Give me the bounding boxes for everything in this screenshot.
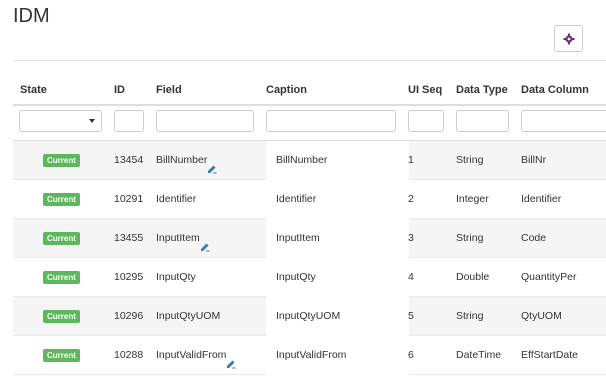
state-cell: Current (43, 258, 80, 297)
data-column-link[interactable]: EffStartDate (521, 336, 578, 375)
field-cell[interactable]: Identifier (156, 180, 196, 219)
data-type-cell: Integer (456, 193, 489, 205)
data-column-link[interactable]: BillNr (521, 141, 546, 180)
status-badge: Current (43, 348, 80, 362)
edit-icon[interactable] (207, 152, 217, 174)
ui-seq-cell: 1 (408, 154, 414, 166)
status-badge: Current (43, 309, 80, 323)
field-link[interactable]: BillNumber (156, 154, 207, 166)
field-cell[interactable]: InputQty (156, 258, 196, 297)
page-title: IDM (13, 5, 50, 27)
data-type-cell: String (456, 154, 484, 166)
state-cell: Current (43, 141, 80, 180)
field-link[interactable]: Identifier (156, 193, 196, 205)
id-cell: 10288 (114, 349, 144, 361)
ui-seq-cell: 5 (408, 310, 414, 322)
table-row[interactable]: Current 13455 InputItem InputItem 3 String Cod… (13, 219, 606, 258)
state-cell: Current (43, 180, 80, 219)
id-cell: 10291 (114, 193, 144, 205)
status-badge: Current (43, 153, 80, 167)
table-row[interactable]: Current 13454 BillNumber BillNumber 1 String B… (13, 141, 606, 180)
field-cell[interactable]: InputValidFrom (156, 336, 236, 375)
data-type-cell: Double (456, 271, 490, 283)
table-row[interactable]: Current 10288 InputValidFrom InputValidFrom… (13, 336, 606, 375)
header-divider (13, 104, 606, 106)
data-column-filter-input[interactable] (521, 110, 606, 132)
caption-cell: InputItem (276, 232, 320, 244)
state-cell: Current (43, 336, 80, 375)
ui-seq-cell: 6 (408, 349, 414, 361)
header-id[interactable]: ID (114, 75, 125, 105)
data-column-link[interactable]: Identifier (521, 180, 561, 219)
field-cell[interactable]: InputItem (156, 219, 210, 258)
status-badge: Current (43, 231, 80, 245)
caption-cell: InputValidFrom (276, 349, 347, 361)
status-badge: Current (43, 192, 80, 206)
settings-button[interactable] (554, 25, 583, 52)
state-cell: Current (43, 297, 80, 336)
chevron-down-icon (89, 119, 95, 123)
id-cell: 13455 (114, 232, 144, 244)
header-field[interactable]: Field (156, 75, 182, 105)
field-link[interactable]: InputValidFrom (156, 349, 226, 361)
id-cell: 13454 (114, 154, 144, 166)
ui-seq-filter-input[interactable] (408, 110, 444, 132)
data-type-cell: String (456, 310, 484, 322)
table-row[interactable]: Current 10295 InputQty InputQty 4 Double Quant… (13, 258, 606, 297)
id-cell: 10296 (114, 310, 144, 322)
ui-seq-cell: 3 (408, 232, 414, 244)
caption-cell: InputQtyUOM (276, 310, 341, 322)
data-column-link[interactable]: Code (521, 219, 546, 258)
header-data-column[interactable]: Data Column (521, 75, 589, 105)
header-data-type[interactable]: Data Type (456, 75, 508, 105)
field-link[interactable]: InputQtyUOM (156, 310, 220, 322)
title-divider (13, 60, 606, 61)
data-column-link[interactable]: QtyUOM (521, 297, 562, 336)
status-badge: Current (43, 270, 80, 284)
edit-icon[interactable] (200, 230, 210, 252)
data-type-filter-input[interactable] (456, 110, 509, 132)
field-link[interactable]: InputItem (156, 232, 200, 244)
field-link[interactable]: InputQty (156, 271, 196, 283)
caption-cell: BillNumber (276, 154, 328, 166)
state-cell: Current (43, 219, 80, 258)
caption-cell: InputQty (276, 271, 316, 283)
table-row[interactable]: Current 10291 Identifier Identifier 2 Integer… (13, 180, 606, 219)
caption-cell: Identifier (276, 193, 317, 205)
field-cell[interactable]: BillNumber (156, 141, 217, 180)
state-filter-select[interactable] (19, 110, 102, 132)
id-cell: 10295 (114, 271, 144, 283)
gear-icon (563, 33, 574, 44)
ui-seq-cell: 4 (408, 271, 414, 283)
id-filter-input[interactable] (114, 110, 144, 132)
header-ui-seq[interactable]: UI Seq (408, 75, 442, 105)
field-filter-input[interactable] (156, 110, 254, 132)
edit-icon[interactable] (226, 347, 236, 369)
caption-filter-input[interactable] (266, 110, 396, 132)
field-cell[interactable]: InputQtyUOM (156, 297, 220, 336)
data-type-cell: DateTime (456, 349, 502, 361)
ui-seq-cell: 2 (408, 193, 414, 205)
header-state[interactable]: State (20, 75, 47, 105)
data-type-cell: String (456, 232, 484, 244)
data-column-link[interactable]: QuantityPer (521, 258, 576, 297)
table-row[interactable]: Current 10296 InputQtyUOM InputQtyUOM 5 Strin… (13, 297, 606, 336)
header-caption[interactable]: Caption (266, 75, 307, 105)
